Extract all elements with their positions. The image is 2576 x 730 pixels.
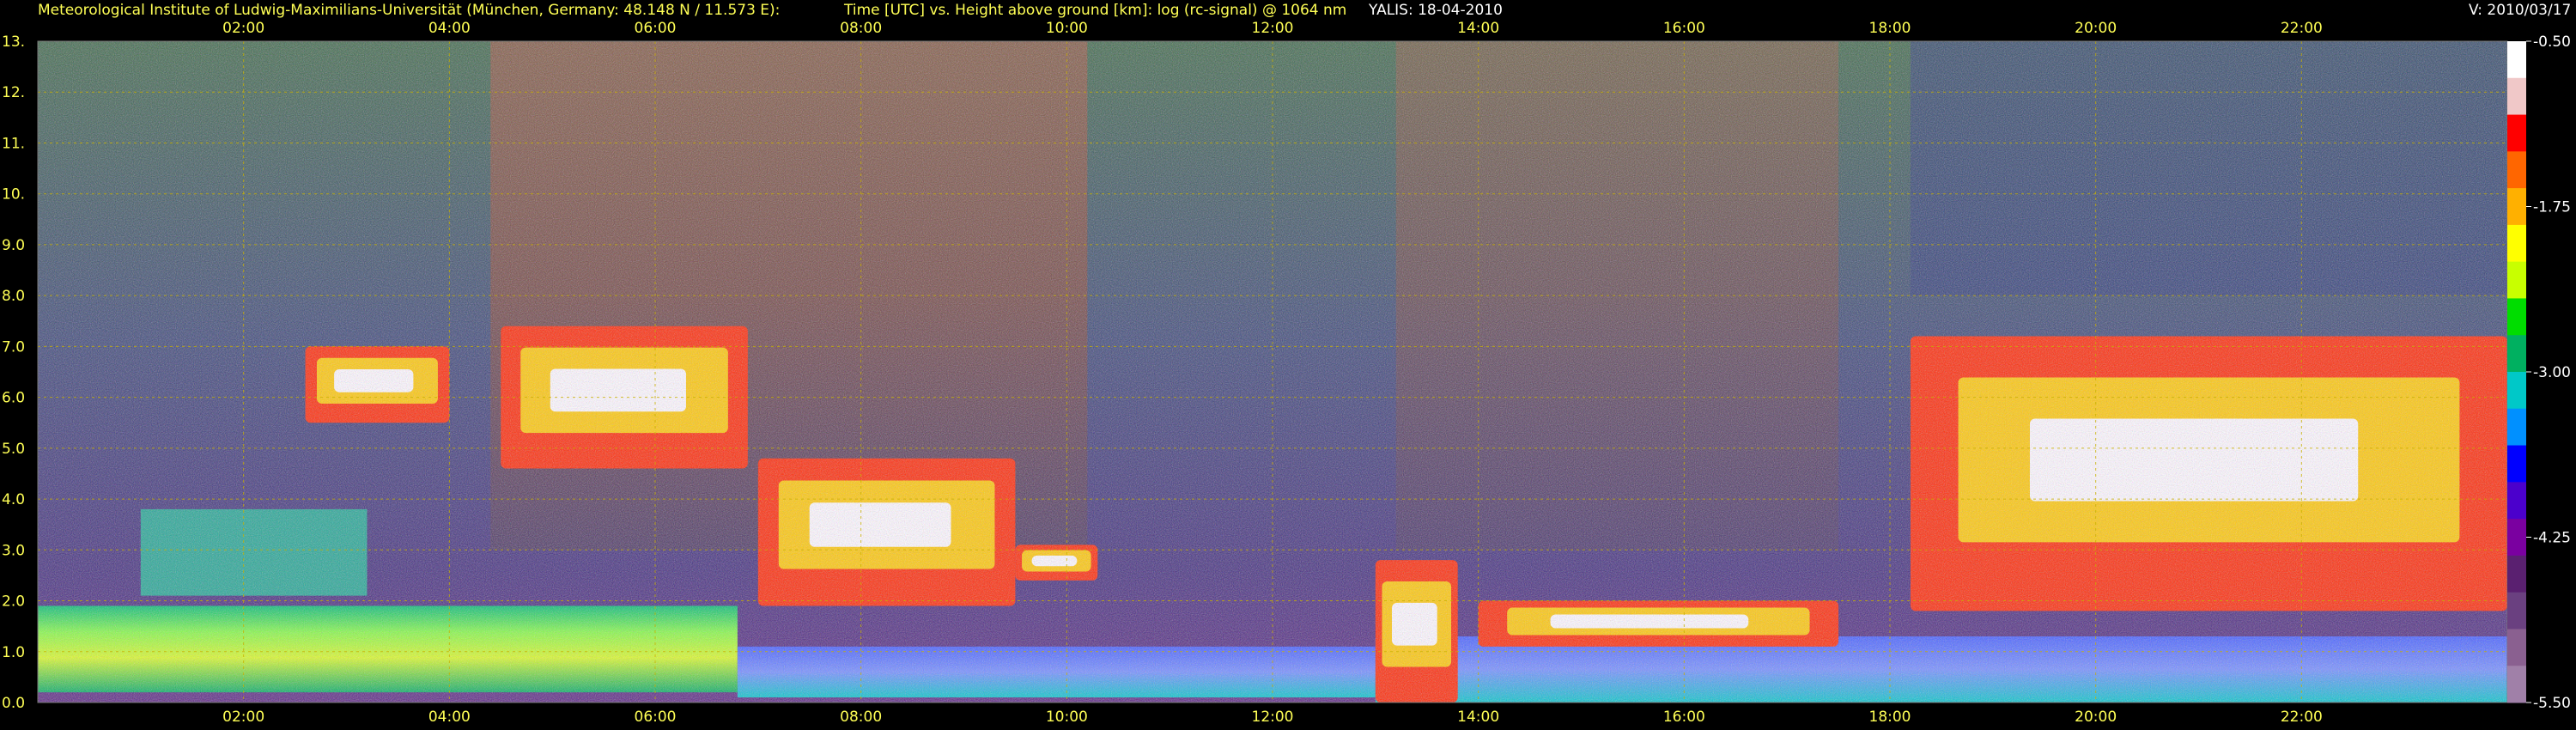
colorbar-segment	[2507, 261, 2526, 299]
x-tick-label-top: 06:00	[635, 20, 677, 37]
x-tick-label-top: 16:00	[1663, 20, 1705, 37]
y-tick-label: 7.0	[2, 338, 25, 356]
x-tick-label-bottom: 18:00	[1869, 709, 1911, 726]
colorbar-segment	[2507, 445, 2526, 483]
colorbar-segment	[2507, 372, 2526, 410]
y-tick-label: 0.0	[2, 695, 25, 712]
x-tick-label-top: 20:00	[2075, 20, 2117, 37]
colorbar-segment	[2507, 335, 2526, 373]
y-tick-label: 5.0	[2, 441, 25, 458]
colorbar-label: -3.00	[2533, 364, 2571, 381]
y-tick-label: 4.0	[2, 491, 25, 508]
colorbar-segment	[2507, 519, 2526, 557]
y-tick-label: 11.	[2, 135, 25, 152]
x-tick-label-top: 22:00	[2281, 20, 2323, 37]
colorbar-segment	[2507, 555, 2526, 593]
y-tick-label: 10.	[2, 186, 25, 204]
lidar-quicklook: Meteorological Institute of Ludwig-Maxim…	[0, 0, 2576, 730]
colorbar-label: -0.50	[2533, 33, 2571, 51]
x-tick-label-bottom: 16:00	[1663, 709, 1705, 726]
y-tick-label: 13.	[2, 33, 25, 51]
x-tick-label-top: 10:00	[1046, 20, 1088, 37]
x-tick-label-bottom: 08:00	[840, 709, 882, 726]
x-tick-label-top: 18:00	[1869, 20, 1911, 37]
x-tick-label-bottom: 10:00	[1046, 709, 1088, 726]
y-tick-label: 6.0	[2, 390, 25, 407]
colorbar-segment	[2507, 482, 2526, 520]
y-tick-label: 8.0	[2, 288, 25, 305]
colorbar-label: -4.25	[2533, 530, 2571, 547]
colorbar-segment	[2507, 41, 2526, 79]
colorbar-segment	[2507, 629, 2526, 666]
colorbar-segment	[2507, 298, 2526, 336]
colorbar-label: -1.75	[2533, 199, 2571, 216]
y-tick-label: 3.0	[2, 542, 25, 559]
colorbar-segment	[2507, 408, 2526, 447]
y-tick-label: 12.	[2, 84, 25, 101]
colorbar-label: -5.50	[2533, 695, 2571, 712]
colorbar-segment	[2507, 592, 2526, 630]
x-tick-label-bottom: 02:00	[222, 709, 264, 726]
x-tick-label-top: 14:00	[1457, 20, 1499, 37]
x-tick-label-top: 08:00	[840, 20, 882, 37]
y-tick-label: 9.0	[2, 237, 25, 254]
y-tick-label: 2.0	[2, 593, 25, 611]
x-tick-label-bottom: 04:00	[428, 709, 471, 726]
colorbar-segment	[2507, 151, 2526, 189]
heatmap-chart: 02:00 02:00 04:00 04:00 06:00 06:00 08:00 08:00…	[2, 20, 2571, 726]
x-tick-label-bottom: 06:00	[635, 709, 677, 726]
colorbar-segment	[2507, 188, 2526, 226]
colorbar-segment	[2507, 77, 2526, 116]
x-tick-label-top: 02:00	[222, 20, 264, 37]
x-tick-label-top: 04:00	[428, 20, 471, 37]
y-tick-label: 1.0	[2, 644, 25, 661]
x-tick-label-top: 12:00	[1252, 20, 1294, 37]
colorbar-segment	[2507, 666, 2526, 703]
x-tick-label-bottom: 20:00	[2075, 709, 2117, 726]
x-tick-label-bottom: 12:00	[1252, 709, 1294, 726]
x-tick-label-bottom: 22:00	[2281, 709, 2323, 726]
colorbar-segment	[2507, 224, 2526, 263]
colorbar-segment	[2507, 114, 2526, 152]
x-tick-label-bottom: 14:00	[1457, 709, 1499, 726]
